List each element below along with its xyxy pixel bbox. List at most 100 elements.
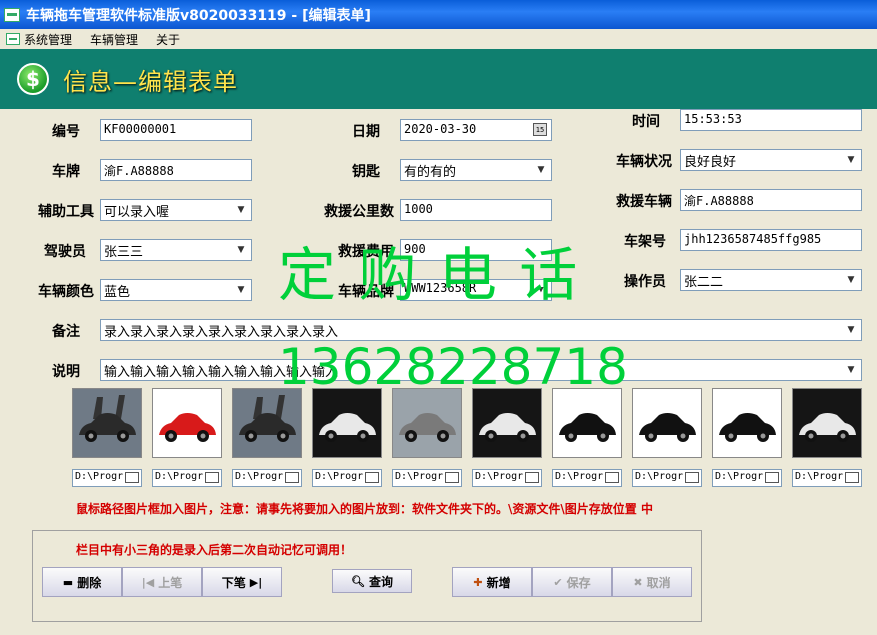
jiashiyuan-value: 张三三 (104, 245, 144, 260)
combo-caozuoyuan[interactable]: 张二二 ▼ (680, 269, 862, 291)
next-button[interactable]: 下笔 ▶| (202, 567, 282, 597)
label-chepai: 车牌 (52, 164, 80, 180)
app-icon (4, 7, 20, 22)
query-label: 查询 (368, 574, 393, 589)
folder-icon[interactable] (205, 472, 219, 483)
caozuoyuan-value: 张二二 (684, 275, 724, 290)
pinpai-value: WWW123658R (404, 281, 477, 295)
delete-label: 删除 (77, 575, 102, 590)
cancel-label: 取消 (646, 575, 671, 590)
car-image-2[interactable] (152, 388, 222, 458)
image-path-field[interactable]: D:\Progr (792, 469, 862, 487)
add-label: 新增 (486, 575, 511, 590)
dropdown-arrow-icon[interactable]: ▼ (232, 241, 250, 259)
folder-icon[interactable] (525, 472, 539, 483)
combo-zhuangkuang[interactable]: 良好良好 ▼ (680, 149, 862, 171)
label-beizhu: 备注 (52, 324, 80, 340)
image-path-field[interactable]: D:\Progr (152, 469, 222, 487)
combo-fuzhu[interactable]: 可以录入喔 ▼ (100, 199, 252, 221)
input-chepai[interactable]: 渝F.A88888 (100, 159, 252, 181)
label-zhuangkuang: 车辆状况 (616, 154, 672, 170)
folder-icon[interactable] (605, 472, 619, 483)
label-yanse: 车辆颜色 (38, 284, 94, 300)
prev-button[interactable]: |◀ 上笔 (122, 567, 202, 597)
dropdown-arrow-icon[interactable]: ▼ (842, 151, 860, 169)
label-fuzhu: 辅助工具 (38, 204, 94, 220)
menu-system[interactable]: 系统管理 (0, 29, 81, 49)
input-gonglishu[interactable]: 1000 (400, 199, 552, 221)
car-image-9[interactable] (712, 388, 782, 458)
input-bianhao[interactable]: KF00000001 (100, 119, 252, 141)
image-path-field[interactable]: D:\Progr (712, 469, 782, 487)
combo-jiashiyuan[interactable]: 张三三 ▼ (100, 239, 252, 261)
image-path-field[interactable]: D:\Progr (552, 469, 622, 487)
car-image-4[interactable] (312, 388, 382, 458)
add-button[interactable]: ✚ 新增 (452, 567, 532, 597)
folder-icon[interactable] (285, 472, 299, 483)
menu-system-label: 系统管理 (24, 32, 73, 47)
minus-icon: ▬ (62, 575, 74, 589)
memory-hint: 栏目中有小三角的是录入后第二次自动记忆可调用！ (76, 543, 353, 557)
car-image-3[interactable] (232, 388, 302, 458)
image-path-value: D:\Progr (235, 471, 284, 482)
input-feiyong[interactable]: 900 (400, 239, 552, 261)
label-shijian: 时间 (632, 114, 660, 130)
folder-icon[interactable] (365, 472, 379, 483)
folder-icon[interactable] (765, 472, 779, 483)
dollar-icon: $ (17, 63, 49, 95)
folder-icon[interactable] (685, 472, 699, 483)
combo-beizhu[interactable]: 录入录入录入录入录入录入录入录入录入 ▼ (100, 319, 862, 341)
combo-yaoshi[interactable]: 有的有的 ▼ (400, 159, 552, 181)
combo-shuoming[interactable]: 输入输入输入输入输入输入输入输入输入 ▼ (100, 359, 862, 381)
car-image-7[interactable] (552, 388, 622, 458)
image-path-field[interactable]: D:\Progr (392, 469, 462, 487)
next-icon: ▶| (249, 575, 263, 589)
menu-vehicle[interactable]: 车辆管理 (81, 29, 147, 49)
combo-pinpai[interactable]: WWW123658R ▼ (400, 279, 552, 301)
dropdown-arrow-icon[interactable]: ▼ (232, 201, 250, 219)
folder-icon[interactable] (125, 472, 139, 483)
input-shijian[interactable]: 15:53:53 (680, 109, 862, 131)
image-path-field[interactable]: D:\Progr (232, 469, 302, 487)
dropdown-arrow-icon[interactable]: ▼ (532, 281, 550, 299)
delete-button[interactable]: ▬ 删除 (42, 567, 122, 597)
car-image-10[interactable] (792, 388, 862, 458)
label-bianhao: 编号 (52, 124, 80, 140)
image-path-value: D:\Progr (635, 471, 684, 482)
input-chejiahao[interactable]: jhh1236587485ffg985 (680, 229, 862, 251)
folder-icon[interactable] (445, 472, 459, 483)
dropdown-arrow-icon[interactable]: ▼ (232, 281, 250, 299)
dropdown-arrow-icon[interactable]: ▼ (532, 161, 550, 179)
car-image-5[interactable] (392, 388, 462, 458)
input-jiuyuancheliang[interactable]: 渝F.A88888 (680, 189, 862, 211)
search-icon: 🔍︎ (351, 574, 365, 588)
image-path-value: D:\Progr (475, 471, 524, 482)
plus-icon: ✚ (473, 575, 483, 589)
beizhu-value: 录入录入录入录入录入录入录入录入录入 (104, 325, 339, 340)
image-path-field[interactable]: D:\Progr (472, 469, 542, 487)
calendar-icon[interactable]: 15 (533, 123, 547, 136)
dropdown-arrow-icon[interactable]: ▼ (842, 271, 860, 289)
car-image-8[interactable] (632, 388, 702, 458)
image-path-value: D:\Progr (715, 471, 764, 482)
car-image-6[interactable] (472, 388, 542, 458)
combo-yanse[interactable]: 蓝色 ▼ (100, 279, 252, 301)
query-button[interactable]: 🔍︎ 查询 (332, 569, 412, 593)
dropdown-arrow-icon[interactable]: ▼ (842, 321, 860, 339)
label-gonglishu: 救援公里数 (324, 204, 394, 220)
cancel-button[interactable]: ✖ 取消 (612, 567, 692, 597)
label-chejiahao: 车架号 (624, 234, 666, 250)
image-path-field[interactable]: D:\Progr (312, 469, 382, 487)
car-image-1[interactable] (72, 388, 142, 458)
status-bar (0, 629, 877, 635)
image-path-field[interactable]: D:\Progr (72, 469, 142, 487)
input-riqi[interactable]: 2020-03-30 15 (400, 119, 552, 141)
menu-vehicle-label: 车辆管理 (90, 32, 139, 47)
image-path-value: D:\Progr (75, 471, 124, 482)
image-path-field[interactable]: D:\Progr (632, 469, 702, 487)
menu-about[interactable]: 关于 (147, 29, 189, 49)
save-button[interactable]: ✔ 保存 (532, 567, 612, 597)
folder-icon[interactable] (845, 472, 859, 483)
image-hint: 鼠标路径图片框加入图片，注意：请事先将要加入的图片放到：软件文件夹下的。\资源文… (76, 502, 653, 516)
dropdown-arrow-icon[interactable]: ▼ (842, 361, 860, 379)
